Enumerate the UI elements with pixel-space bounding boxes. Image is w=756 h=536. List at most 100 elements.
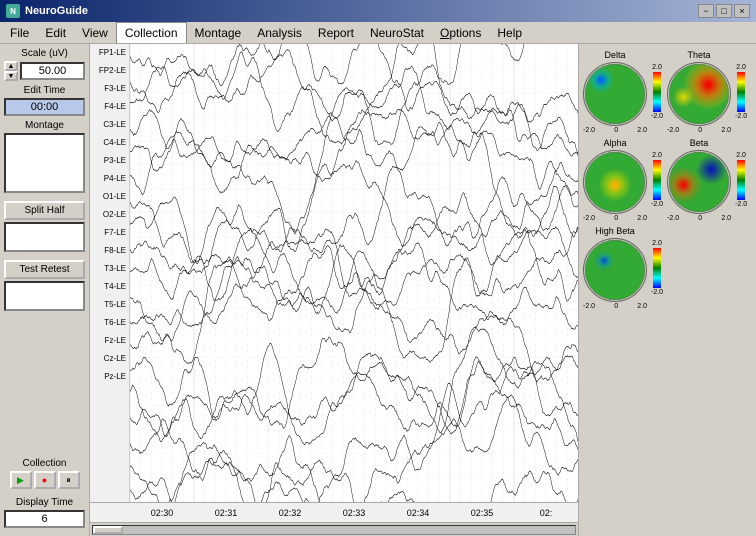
channel-label: O1-LE	[90, 188, 129, 206]
center-panel: FP1-LEFP2-LEF3-LEF4-LEC3-LEC4-LEP3-LEP4-…	[90, 44, 578, 536]
colorbar: 2.0-2.0	[651, 240, 663, 296]
topo-row-3: High Beta -2.002.0 2.0-2.0	[583, 226, 752, 310]
channel-label: O2-LE	[90, 206, 129, 224]
channel-label: FP2-LE	[90, 62, 129, 80]
topo-scale-labels: -2.002.0	[583, 215, 647, 222]
topo-row-1: Delta-2.002.02.0-2.0Theta-2.002.02.0-2.0	[583, 50, 752, 134]
menu-bar: File Edit View Collection Montage Analys…	[0, 22, 756, 44]
montage-label: Montage	[4, 120, 85, 131]
topo-beta: Beta -2.002.0	[667, 138, 731, 222]
colorbar-gradient	[737, 72, 745, 112]
menu-options[interactable]: Options	[432, 22, 489, 43]
menu-view[interactable]: View	[74, 22, 116, 43]
collection-controls: ▶ ● ⏸	[4, 471, 85, 489]
channel-label: C3-LE	[90, 116, 129, 134]
montage-list[interactable]	[4, 133, 85, 193]
split-half-list	[4, 222, 85, 252]
right-panel: Delta-2.002.02.0-2.0Theta-2.002.02.0-2.0…	[578, 44, 756, 536]
time-label: 02:	[514, 508, 578, 518]
collection-label: Collection	[4, 458, 85, 469]
scale-value: 50.00	[20, 62, 85, 80]
channel-label: F3-LE	[90, 80, 129, 98]
topo-scale-labels: -2.002.0	[583, 303, 647, 310]
scale-up-button[interactable]: ▲	[4, 61, 18, 71]
topo-title: Theta	[688, 50, 711, 60]
collection-section: Collection ▶ ● ⏸	[4, 458, 85, 489]
topo-canvas	[667, 150, 731, 214]
topo-canvas	[583, 238, 647, 302]
colorbar: 2.0-2.0	[735, 64, 747, 120]
test-retest-button[interactable]: Test Retest	[4, 260, 85, 279]
close-button[interactable]: ×	[734, 4, 750, 18]
topo-alpha: Alpha-2.002.0	[583, 138, 647, 222]
topo-theta: Theta-2.002.0	[667, 50, 731, 134]
test-retest-section: Test Retest	[4, 260, 85, 315]
display-time-value: 6	[4, 510, 85, 528]
colorbar-gradient	[653, 160, 661, 200]
channel-label: Pz-LE	[90, 368, 129, 386]
edit-time-label: Edit Time	[4, 85, 85, 96]
time-label: 02:34	[386, 508, 450, 518]
channel-label: T4-LE	[90, 278, 129, 296]
test-retest-list	[4, 281, 85, 311]
display-time-section: Display Time 6	[4, 497, 85, 528]
time-label: 02:35	[450, 508, 514, 518]
edit-time-value: 00:00	[4, 98, 85, 116]
menu-edit[interactable]: Edit	[37, 22, 74, 43]
channel-label: FP1-LE	[90, 44, 129, 62]
eeg-channels: FP1-LEFP2-LEF3-LEF4-LEC3-LEC4-LEP3-LEP4-…	[90, 44, 578, 502]
topo-title: Delta	[604, 50, 625, 60]
time-label: 02:32	[258, 508, 322, 518]
record-button[interactable]: ●	[34, 471, 56, 489]
menu-montage[interactable]: Montage	[187, 22, 250, 43]
split-half-button[interactable]: Split Half	[4, 201, 85, 220]
split-half-section: Split Half	[4, 201, 85, 256]
channel-label: Fz-LE	[90, 332, 129, 350]
display-time-label: Display Time	[4, 497, 85, 508]
scrollbar-thumb[interactable]	[93, 526, 123, 534]
channel-label: P3-LE	[90, 152, 129, 170]
channel-labels: FP1-LEFP2-LEF3-LEF4-LEC3-LEC4-LEP3-LEP4-…	[90, 44, 130, 502]
colorbar-gradient	[653, 72, 661, 112]
menu-file[interactable]: File	[2, 22, 37, 43]
colorbar: 2.0-2.0	[651, 152, 663, 208]
scale-section: Scale (uV) ▲ ▼ 50.00	[4, 48, 85, 81]
left-panel: Scale (uV) ▲ ▼ 50.00 Edit Time 00:00 Mon…	[0, 44, 90, 536]
channel-label: Cz-LE	[90, 350, 129, 368]
title-bar: N NeuroGuide − □ ×	[0, 0, 756, 22]
maximize-button[interactable]: □	[716, 4, 732, 18]
topo-canvas	[667, 62, 731, 126]
channel-label: F7-LE	[90, 224, 129, 242]
menu-neurostat[interactable]: NeuroStat	[362, 22, 432, 43]
play-button[interactable]: ▶	[10, 471, 32, 489]
time-label: 02:33	[322, 508, 386, 518]
scrollbar-track[interactable]	[92, 525, 576, 535]
app-title: NeuroGuide	[25, 5, 88, 17]
scale-down-button[interactable]: ▼	[4, 71, 18, 81]
menu-analysis[interactable]: Analysis	[249, 22, 310, 43]
topo-scale-labels: -2.002.0	[667, 215, 731, 222]
topo-row-2: Alpha-2.002.0 2.0-2.0 Beta -2.002.0 2.0-2.0	[583, 138, 752, 222]
colorbar-gradient	[737, 160, 745, 200]
topo-high-beta: High Beta -2.002.0	[583, 226, 647, 310]
menu-collection[interactable]: Collection	[116, 22, 187, 43]
montage-section: Montage	[4, 120, 85, 197]
scale-label: Scale (uV)	[4, 48, 85, 59]
colorbar-gradient	[653, 248, 661, 288]
topo-canvas	[583, 150, 647, 214]
topo-scale-labels: -2.002.0	[583, 127, 647, 134]
colorbar: 2.0-2.0	[735, 152, 747, 208]
channel-label: C4-LE	[90, 134, 129, 152]
channel-label: T3-LE	[90, 260, 129, 278]
topo-title: High Beta	[595, 226, 635, 236]
topo-title: Beta	[690, 138, 709, 148]
menu-report[interactable]: Report	[310, 22, 362, 43]
edit-time-section: Edit Time 00:00	[4, 85, 85, 116]
time-axis: 02:3002:3102:3202:3302:3402:3502:	[90, 502, 578, 522]
menu-help[interactable]: Help	[489, 22, 530, 43]
eeg-waveform	[130, 44, 578, 502]
minimize-button[interactable]: −	[698, 4, 714, 18]
app-icon: N	[6, 4, 20, 18]
pause-button[interactable]: ⏸	[58, 471, 80, 489]
channel-label: F8-LE	[90, 242, 129, 260]
